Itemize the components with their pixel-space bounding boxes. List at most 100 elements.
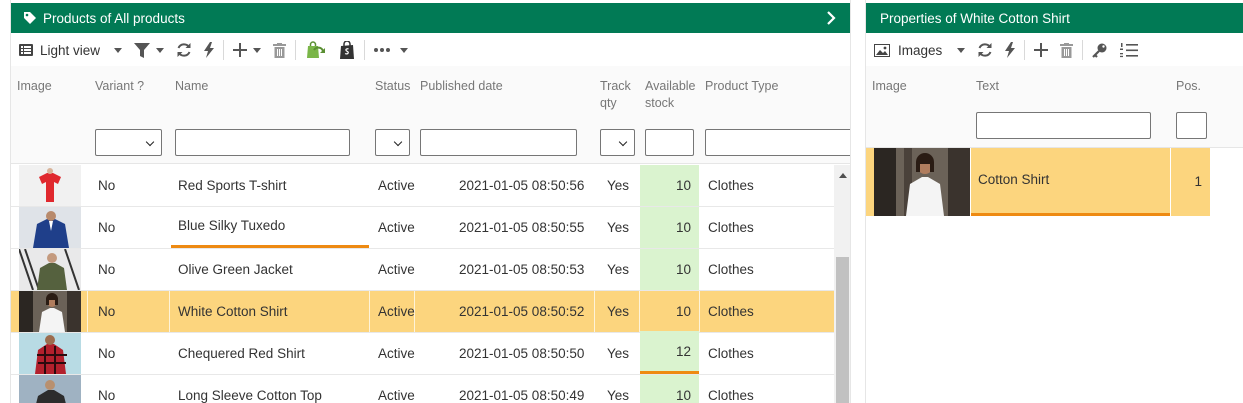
edit-indicator — [640, 371, 699, 374]
key-button[interactable] — [1086, 35, 1114, 65]
vertical-scrollbar[interactable] — [834, 165, 850, 403]
track-qty-cell: Yes — [607, 346, 630, 361]
quick-action-button[interactable] — [198, 35, 220, 65]
product-type-cell: Clothes — [708, 220, 754, 235]
properties-row-selected[interactable]: Cotton Shirt 1 — [866, 148, 1243, 216]
column-header-published[interactable]: Published date — [420, 78, 503, 95]
product-type-cell: Clothes — [708, 388, 754, 403]
shopify-button[interactable] — [333, 35, 361, 65]
more-dots-icon — [374, 48, 391, 52]
table-row[interactable]: No Long Sleeve Cotton Top Active 2021-01… — [11, 375, 834, 403]
stock-cell: 10 — [640, 249, 699, 290]
list-view-icon — [19, 44, 33, 56]
product-thumbnail — [19, 165, 81, 206]
products-panel-title: Products of All products — [43, 10, 185, 26]
column-header-track-line2: qty — [600, 96, 617, 110]
products-panel: Products of All products Light view Imag… — [10, 0, 851, 403]
column-header-text[interactable]: Text — [976, 78, 999, 95]
product-thumbnail — [19, 375, 81, 403]
column-header-available-stock[interactable]: Available stock — [645, 78, 696, 112]
add-button[interactable] — [227, 35, 267, 65]
images-view-selector[interactable]: Images — [866, 35, 971, 65]
column-header-variant[interactable]: Variant ? — [95, 78, 144, 95]
more-actions-button[interactable] — [368, 35, 414, 65]
stock-filter-input[interactable] — [645, 129, 694, 156]
stock-cell: 10 — [640, 165, 699, 206]
column-header-pos[interactable]: Pos. — [1176, 78, 1201, 95]
ordered-list-button[interactable] — [1114, 35, 1144, 65]
table-row[interactable]: No Chequered Red Shirt Active 2021-01-05… — [11, 331, 834, 375]
scrollbar-thumb[interactable] — [836, 257, 849, 403]
add-button[interactable] — [1028, 35, 1054, 65]
column-header-status[interactable]: Status — [375, 78, 410, 95]
table-row[interactable]: No Blue Silky Tuxedo Active 2021-01-05 0… — [11, 207, 834, 249]
properties-panel-header: Properties of White Cotton Shirt — [866, 3, 1243, 33]
name-cell: Blue Silky Tuxedo — [178, 218, 286, 233]
products-grid-header: Image Variant ? Name Status Published da… — [11, 66, 850, 164]
product-type-cell: Clothes — [708, 304, 754, 319]
column-header-product-type[interactable]: Product Type — [705, 78, 778, 95]
status-cell: Active — [378, 220, 415, 235]
column-header-image[interactable]: Image — [17, 78, 52, 95]
filter-icon — [134, 42, 151, 58]
toolbar-divider — [364, 40, 366, 60]
column-header-track-qty[interactable]: Track qty — [600, 78, 631, 112]
delete-button[interactable] — [267, 35, 292, 65]
refresh-icon — [978, 43, 992, 57]
variant-cell: No — [98, 388, 116, 403]
table-row[interactable]: No Red Sports T-shirt Active 2021-01-05 … — [11, 165, 834, 207]
delete-button[interactable] — [1054, 35, 1079, 65]
shopify-sync-button[interactable] — [299, 35, 333, 65]
product-type-cell: Clothes — [708, 262, 754, 277]
track-qty-filter-select[interactable] — [600, 129, 635, 156]
product-thumbnail — [19, 207, 81, 248]
refresh-button[interactable] — [170, 35, 198, 65]
track-qty-cell: Yes — [607, 388, 630, 403]
quick-action-button[interactable] — [999, 35, 1021, 65]
ordered-list-icon — [1120, 42, 1139, 57]
text-cell: Cotton Shirt — [971, 148, 1170, 216]
column-header-name[interactable]: Name — [175, 78, 208, 95]
text-filter-input[interactable] — [976, 112, 1151, 139]
pos-filter-input[interactable] — [1176, 112, 1207, 139]
stock-cell: 12 — [640, 331, 699, 372]
tag-icon — [24, 12, 36, 24]
column-header-stock-line1: Available — [645, 79, 696, 93]
filter-button[interactable] — [128, 35, 170, 65]
status-filter-select[interactable] — [375, 129, 410, 156]
chevron-right-icon[interactable] — [826, 11, 836, 25]
image-icon — [874, 43, 890, 57]
stock-cell: 10 — [640, 375, 699, 403]
pos-cell: 1 — [1171, 148, 1210, 216]
caret-down-icon — [253, 47, 262, 53]
variant-cell: No — [98, 178, 116, 193]
properties-toolbar: Images — [866, 35, 1243, 65]
toolbar-divider — [295, 40, 297, 60]
toolbar-divider — [1082, 40, 1084, 60]
table-row-selected[interactable]: No White Cotton Shirt Active 2021-01-05 … — [11, 291, 834, 333]
product-thumbnail — [19, 291, 81, 332]
variant-filter-select[interactable] — [95, 129, 162, 156]
caret-down-icon — [114, 47, 123, 53]
track-qty-cell: Yes — [607, 262, 630, 277]
plus-icon — [1034, 43, 1049, 57]
published-cell: 2021-01-05 08:50:56 — [459, 178, 585, 193]
product-type-filter-input[interactable] — [705, 129, 850, 156]
published-cell: 2021-01-05 08:50:49 — [459, 388, 585, 403]
trash-icon — [273, 42, 287, 58]
products-toolbar: Light view — [11, 35, 850, 65]
status-cell: Active — [378, 178, 415, 193]
published-filter-input[interactable] — [420, 129, 577, 156]
view-selector[interactable]: Light view — [11, 35, 128, 65]
shopify-bag-icon — [340, 41, 355, 59]
scroll-up-arrow-icon[interactable] — [839, 173, 847, 178]
properties-grid-header: Image Text Pos. — [866, 66, 1243, 148]
column-header-image[interactable]: Image — [872, 78, 907, 95]
view-selector-label: Light view — [40, 42, 101, 58]
table-row[interactable]: No Olive Green Jacket Active 2021-01-05 … — [11, 249, 834, 291]
refresh-button[interactable] — [971, 35, 999, 65]
row-selection-edge — [866, 148, 874, 216]
status-cell: Active — [378, 388, 415, 403]
name-filter-input[interactable] — [175, 129, 350, 156]
cell-divider — [369, 291, 370, 332]
